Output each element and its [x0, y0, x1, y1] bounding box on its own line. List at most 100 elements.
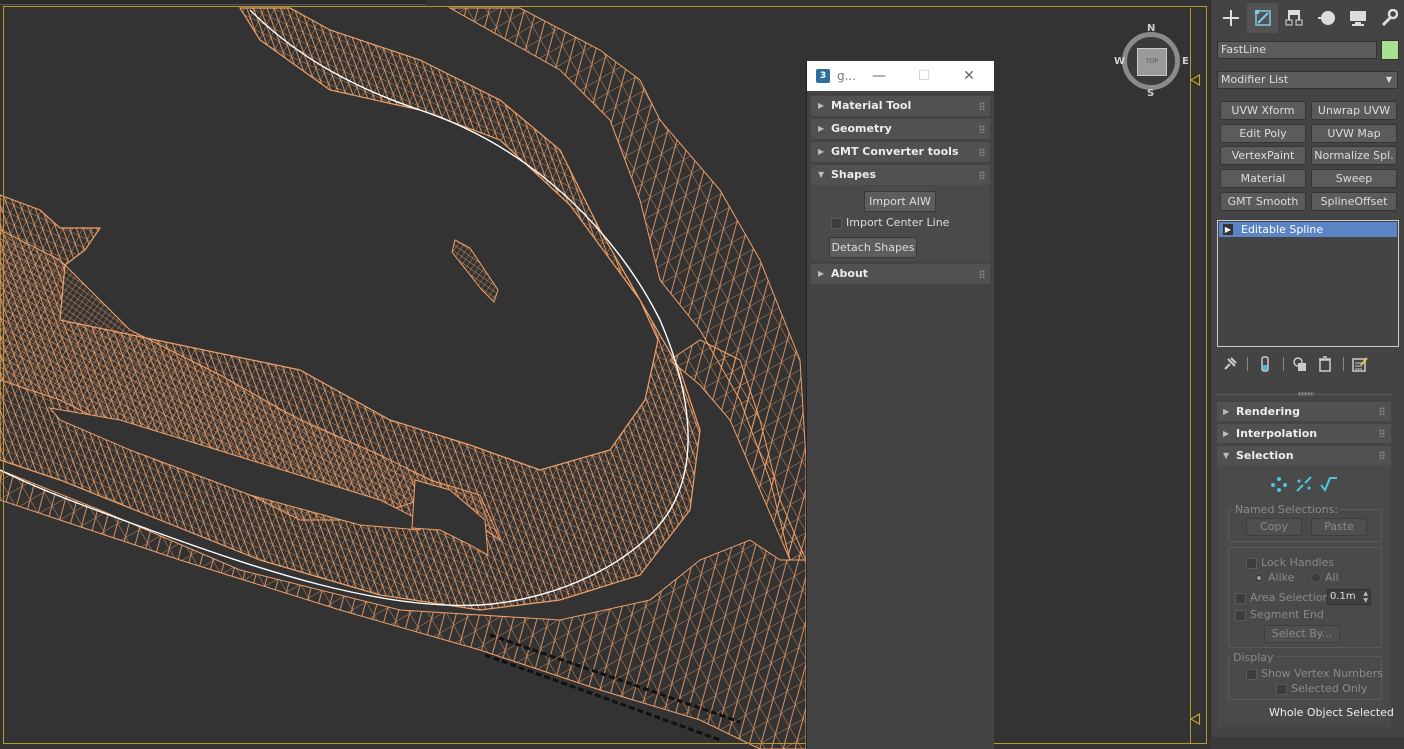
show-vertex-numbers-label: Show Vertex Numbers — [1261, 667, 1383, 680]
chevron-right-icon: ▶ — [818, 101, 825, 110]
tab-display[interactable] — [1342, 3, 1374, 33]
import-center-line-checkbox[interactable] — [831, 217, 842, 229]
uvw-map-button[interactable]: UVW Map — [1311, 124, 1397, 143]
named-selections-label: Named Selections: — [1233, 503, 1341, 516]
lock-handles-checkbox[interactable] — [1246, 557, 1257, 569]
show-end-result-icon[interactable] — [1257, 356, 1273, 372]
stack-item-editable-spline[interactable]: ▶ Editable Spline — [1219, 222, 1397, 237]
track-mesh-wireframe[interactable] — [0, 0, 1210, 749]
tab-motion[interactable] — [1310, 3, 1342, 33]
make-unique-icon[interactable] — [1292, 356, 1308, 372]
modifier-stack[interactable]: ▶ Editable Spline — [1217, 220, 1399, 347]
rollout-interpolation[interactable]: ▶ Interpolation — [1217, 424, 1391, 443]
minimize-button[interactable]: — — [859, 61, 899, 91]
area-selection-spinner[interactable]: 0.1m ▲ ▼ — [1327, 589, 1371, 605]
import-aiw-button[interactable]: Import AIW — [864, 191, 936, 212]
chevron-down-icon: ▼ — [1223, 451, 1230, 460]
rollout-label: Shapes — [831, 168, 877, 181]
rollout-gmt-converter[interactable]: ▶ GMT Converter tools — [811, 142, 990, 162]
rollout-selection[interactable]: ▼ Selection — [1217, 446, 1391, 465]
show-vertex-numbers-checkbox[interactable] — [1246, 668, 1257, 680]
rollout-geometry[interactable]: ▶ Geometry — [811, 119, 990, 139]
selected-only-checkbox[interactable] — [1276, 683, 1287, 695]
unwrap-uvw-button[interactable]: Unwrap UVW — [1311, 101, 1397, 120]
compass-west: W — [1114, 56, 1126, 67]
tab-create[interactable] — [1215, 3, 1247, 33]
trash-icon[interactable] — [1317, 356, 1333, 372]
normalize-spline-button[interactable]: Normalize Spl. — [1311, 146, 1397, 165]
segment-end-row[interactable]: Segment End — [1235, 608, 1324, 621]
rollout-header[interactable]: ▶ About — [811, 264, 990, 284]
tab-hierarchy[interactable] — [1278, 3, 1310, 33]
motion-icon — [1317, 11, 1335, 25]
area-selection-row[interactable]: Area Selection: — [1235, 591, 1333, 604]
command-panel-tabs — [1211, 0, 1404, 36]
create-icon — [1222, 10, 1239, 26]
viewcube-face[interactable]: TOP — [1137, 48, 1167, 76]
modify-icon — [1254, 10, 1271, 26]
safe-frame-marker-top — [1190, 74, 1200, 86]
dialog-titlebar[interactable]: 3 g... — ☐ ✕ — [807, 61, 994, 91]
uvw-xform-button[interactable]: UVW Xform — [1220, 101, 1306, 120]
vertex-level-icon[interactable] — [1270, 476, 1288, 492]
spline-level-icon[interactable] — [1320, 476, 1338, 492]
segment-end-checkbox[interactable] — [1235, 609, 1246, 621]
alike-radio[interactable] — [1254, 573, 1264, 583]
rollout-header[interactable]: ▶ Geometry — [811, 119, 990, 139]
pin-stack-icon[interactable] — [1222, 356, 1238, 372]
rollout-rendering[interactable]: ▶ Rendering — [1217, 402, 1391, 421]
selected-only-label: Selected Only — [1291, 682, 1368, 695]
area-selection-checkbox[interactable] — [1235, 592, 1246, 604]
selection-status-text: Whole Object Selected — [1269, 706, 1394, 719]
segment-level-icon[interactable] — [1295, 476, 1313, 492]
chevron-right-icon: ▶ — [1223, 429, 1230, 438]
spinner-arrows-icon[interactable]: ▲ ▼ — [1363, 590, 1368, 604]
edit-poly-button[interactable]: Edit Poly — [1220, 124, 1306, 143]
lock-handles-row[interactable]: Lock Handles — [1246, 556, 1334, 569]
selected-only-row[interactable]: Selected Only — [1276, 682, 1367, 695]
rollout-about[interactable]: ▶ About — [811, 264, 990, 284]
lock-handles-label: Lock Handles — [1261, 556, 1335, 569]
alike-radio-row[interactable]: Alike — [1254, 571, 1294, 584]
copy-button[interactable]: Copy — [1246, 518, 1302, 536]
splineoffset-button[interactable]: SplineOffset — [1311, 192, 1397, 211]
rollout-shapes[interactable]: ▼ Shapes Import AIW Import Center Line De… — [811, 165, 990, 261]
select-by-button[interactable]: Select By... — [1264, 625, 1340, 643]
maximize-button[interactable]: ☐ — [904, 61, 944, 91]
all-radio-row[interactable]: All — [1311, 571, 1339, 584]
viewcube[interactable]: TOP N S W E — [1114, 23, 1189, 99]
compass-north: N — [1147, 23, 1156, 34]
tab-utilities[interactable] — [1373, 3, 1404, 33]
dialog-title: g... — [837, 69, 857, 83]
panel-footer — [1210, 737, 1404, 749]
rollout-header[interactable]: ▶ GMT Converter tools — [811, 142, 990, 162]
tab-modify[interactable] — [1246, 3, 1279, 33]
gmt-tools-dialog[interactable]: 3 g... — ☐ ✕ ▶ Material Tool ▶ Geometry ▶ G… — [806, 61, 994, 749]
gmt-smooth-button[interactable]: GMT Smooth — [1220, 192, 1306, 211]
show-vertex-numbers-row[interactable]: Show Vertex Numbers — [1246, 667, 1383, 680]
all-radio[interactable] — [1311, 573, 1321, 583]
compass-south: S — [1147, 88, 1155, 99]
paste-button[interactable]: Paste — [1311, 518, 1367, 536]
rollout-header[interactable]: ▼ Shapes — [811, 165, 990, 185]
vertexpaint-button[interactable]: VertexPaint — [1220, 146, 1306, 165]
configure-modifier-sets-icon[interactable] — [1352, 356, 1368, 372]
detach-shapes-button[interactable]: Detach Shapes — [829, 237, 917, 258]
separator — [1343, 357, 1344, 371]
import-center-line-row[interactable]: Import Center Line — [831, 216, 949, 229]
material-button[interactable]: Material — [1220, 169, 1306, 188]
modifier-list-dropdown[interactable]: Modifier List ▼ — [1217, 71, 1398, 89]
sweep-button[interactable]: Sweep — [1311, 169, 1397, 188]
grip-icon — [1379, 429, 1385, 437]
close-button[interactable]: ✕ — [949, 61, 989, 91]
resize-grip-icon[interactable] — [1298, 392, 1314, 396]
object-name-field[interactable]: FastLine — [1217, 41, 1377, 59]
grip-icon — [979, 270, 985, 278]
object-color-swatch[interactable] — [1381, 40, 1399, 60]
viewport-top[interactable]: TOP N S W E — [0, 0, 1210, 749]
display-label: Display — [1231, 651, 1276, 664]
rollout-header[interactable]: ▶ Material Tool — [811, 96, 990, 116]
expand-icon[interactable]: ▶ — [1223, 224, 1233, 235]
rollout-material-tool[interactable]: ▶ Material Tool — [811, 96, 990, 116]
safe-frame-line — [1190, 8, 1191, 743]
